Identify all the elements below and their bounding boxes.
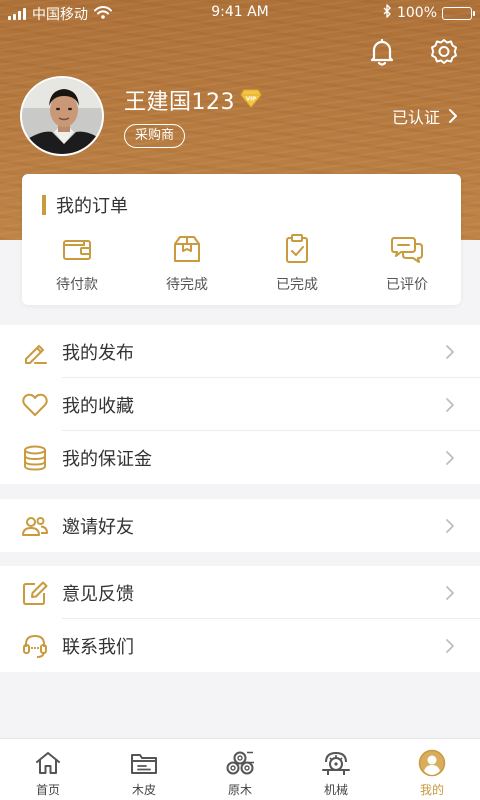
menu-group-support: 意见反馈 联系我们 — [0, 566, 480, 672]
order-item-label: 待付款 — [56, 277, 98, 293]
order-pending-payment[interactable]: 待付款 — [22, 234, 132, 294]
menu-item-label: 我的发布 — [62, 343, 134, 364]
order-reviewed[interactable]: 已评价 — [352, 234, 462, 294]
order-pending-completion[interactable]: 待完成 — [132, 234, 242, 294]
role-badge: 采购商 — [124, 124, 186, 148]
headset-icon — [22, 633, 48, 659]
heart-icon — [22, 392, 48, 418]
user-avatar-icon — [417, 749, 447, 777]
coins-stack-icon — [22, 445, 48, 471]
tab-logs[interactable]: 原木 — [192, 739, 288, 800]
tab-machinery[interactable]: 机械 — [288, 739, 384, 800]
menu-group-invite: 邀请好友 — [0, 499, 480, 552]
order-item-label: 已评价 — [386, 277, 428, 293]
menu-item-label: 意见反馈 — [62, 584, 134, 605]
bell-icon[interactable] — [364, 34, 400, 70]
order-item-label: 已完成 — [276, 277, 318, 293]
tab-home[interactable]: 首页 — [0, 739, 96, 800]
menu-group-account: 我的发布 我的收藏 我的保证金 — [0, 325, 480, 484]
logs-icon — [225, 749, 255, 777]
vip-diamond-icon: VIP — [240, 88, 262, 108]
wallet-icon — [59, 234, 95, 264]
bluetooth-icon — [383, 4, 392, 22]
tab-label: 木皮 — [131, 783, 156, 797]
tab-label: 机械 — [323, 783, 348, 797]
pencil-icon — [22, 339, 48, 365]
order-item-label: 待完成 — [166, 277, 208, 293]
tab-label: 首页 — [35, 783, 60, 797]
orders-title-label: 我的订单 — [56, 196, 128, 217]
menu-item-deposit[interactable]: 我的保证金 — [0, 431, 480, 484]
menu-item-label: 邀请好友 — [62, 517, 134, 538]
tab-label: 我的 — [419, 783, 444, 797]
menu-item-label: 联系我们 — [62, 637, 134, 658]
menu-item-feedback[interactable]: 意见反馈 — [0, 566, 480, 619]
menu-item-contact-us[interactable]: 联系我们 — [0, 619, 480, 672]
home-icon — [33, 749, 63, 777]
menu-item-my-posts[interactable]: 我的发布 — [0, 325, 480, 378]
tab-veneer[interactable]: 木皮 — [96, 739, 192, 800]
chat-bubbles-icon — [389, 234, 425, 264]
gear-icon[interactable] — [426, 34, 462, 70]
orders-card: 我的订单 待付款 待完成 已完成 已评价 — [22, 174, 461, 305]
bottom-tab-bar: 首页 木皮 原木 机械 我的 — [0, 738, 480, 800]
verify-status-link[interactable]: 已认证 — [392, 104, 458, 128]
chevron-right-icon — [446, 586, 454, 600]
edit-square-icon — [22, 580, 48, 606]
menu-item-label: 我的收藏 — [62, 396, 134, 417]
accent-bar — [42, 195, 46, 215]
users-icon — [22, 513, 48, 539]
chevron-right-icon — [446, 639, 454, 653]
battery-percent: 100% — [396, 5, 437, 21]
user-name: 王建国123 — [124, 90, 235, 115]
chevron-right-icon — [446, 398, 454, 412]
avatar[interactable] — [20, 76, 104, 156]
package-icon — [169, 234, 205, 264]
chevron-right-icon — [446, 345, 454, 359]
order-completed[interactable]: 已完成 — [242, 234, 352, 294]
orders-title[interactable]: 我的订单 — [42, 192, 128, 218]
menu-item-invite-friends[interactable]: 邀请好友 — [0, 499, 480, 552]
menu-item-label: 我的保证金 — [62, 449, 152, 470]
folder-icon — [129, 749, 159, 777]
menu-item-favorites[interactable]: 我的收藏 — [0, 378, 480, 431]
tab-mine[interactable]: 我的 — [384, 739, 480, 800]
chevron-right-icon — [446, 519, 454, 533]
status-bar: 中国移动 9:41 AM 100% — [0, 0, 480, 26]
saw-machine-icon — [321, 749, 351, 777]
chevron-right-icon — [449, 109, 457, 123]
tab-label: 原木 — [227, 783, 252, 797]
vip-label: VIP — [246, 97, 256, 103]
verify-status-label: 已认证 — [391, 108, 440, 127]
battery-icon — [442, 6, 475, 20]
clipboard-check-icon — [279, 234, 315, 264]
chevron-right-icon — [446, 451, 454, 465]
